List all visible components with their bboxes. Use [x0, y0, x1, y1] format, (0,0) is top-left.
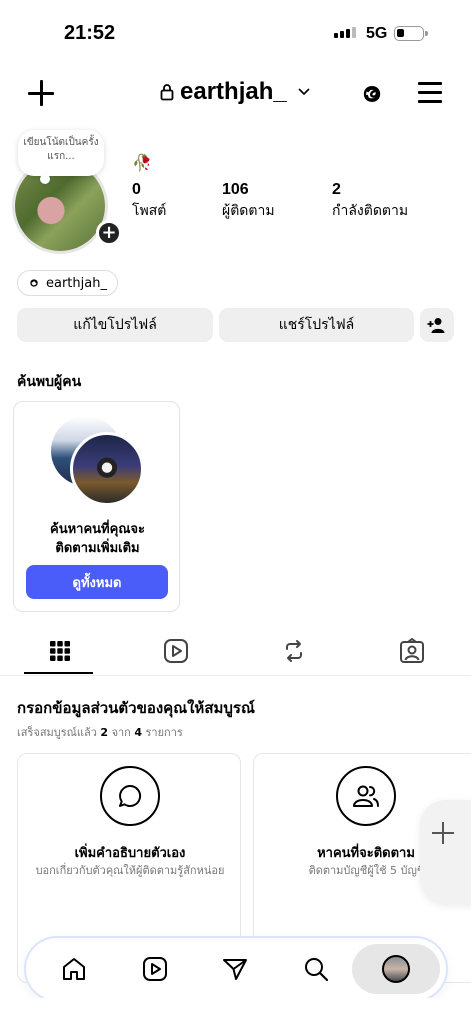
threads-handle: earthjah_	[46, 275, 107, 291]
edit-profile-button[interactable]: แก้ไขโปรไฟล์	[17, 308, 213, 342]
see-all-button[interactable]: ดูทั้งหมด	[26, 565, 168, 599]
nav-profile-tab[interactable]	[352, 944, 440, 994]
discover-card-text: ค้นหาคนที่คุณจะ ติดตามเพิ่มเติม	[14, 520, 181, 558]
battery-icon	[394, 26, 428, 41]
tab-posts-grid-icon[interactable]	[45, 636, 75, 666]
status-bar: 21:52 5G	[0, 0, 471, 62]
floating-plus-button[interactable]	[420, 800, 471, 904]
note-bubble[interactable]: เขียนโน้ตเป็นครั้งแรก...	[18, 130, 104, 184]
rose-emoji-icon: 🥀	[132, 153, 152, 172]
add-person-icon	[427, 318, 445, 333]
home-icon[interactable]	[59, 954, 89, 984]
threads-icon[interactable]	[358, 80, 386, 108]
followers-stat[interactable]: 106 ผู้ติดตาม	[222, 181, 275, 222]
progress-done: 2	[100, 726, 109, 739]
suggested-avatar-2	[70, 432, 144, 506]
nav-profile-avatar	[382, 955, 410, 983]
people-icon	[336, 766, 396, 826]
tab-reposts-icon[interactable]	[279, 636, 309, 666]
account-switcher[interactable]: earthjah_	[160, 78, 311, 106]
tab-reels-icon[interactable]	[161, 636, 191, 666]
threads-small-icon	[30, 279, 38, 287]
discover-card: ค้นหาคนที่คุณจะ ติดตามเพิ่มเติม ดูทั้งหม…	[13, 401, 180, 612]
posts-stat[interactable]: 0 โพสต์	[132, 181, 166, 222]
progress-suffix: รายการ	[145, 726, 183, 739]
followers-count: 106	[222, 181, 249, 198]
add-bio-desc: บอกเกี่ยวกับตัวคุณให้ผู้ติดตามรู้สักหน่อ…	[35, 864, 225, 877]
active-tab-underline	[24, 672, 93, 674]
reels-icon[interactable]	[140, 954, 170, 984]
followers-label: ผู้ติดตาม	[222, 203, 275, 219]
complete-profile-progress: เสร็จสมบูรณ์แล้ว 2 จาก 4 รายการ	[17, 723, 183, 741]
profile-username: earthjah_	[180, 78, 287, 105]
hamburger-menu-icon[interactable]	[418, 82, 442, 104]
progress-of: จาก	[111, 726, 131, 739]
following-count: 2	[332, 181, 341, 198]
share-profile-button[interactable]: แชร์โปรไฟล์	[219, 308, 414, 342]
search-icon[interactable]	[301, 954, 331, 984]
discover-text-line1: ค้นหาคนที่คุณจะ	[50, 522, 145, 537]
discover-text-line2: ติดตามเพิ่มเติม	[55, 541, 140, 556]
direct-message-icon[interactable]	[220, 954, 250, 984]
add-person-button[interactable]	[420, 308, 454, 342]
bottom-nav	[26, 938, 446, 1000]
chevron-down-icon	[298, 88, 310, 96]
posts-label: โพสต์	[132, 203, 167, 219]
status-time: 21:52	[64, 22, 116, 44]
signal-icon	[334, 27, 356, 38]
create-plus-icon[interactable]	[28, 80, 54, 106]
following-label: กำลังติดตาม	[332, 203, 409, 219]
add-bio-title: เพิ่มคำอธิบายตัวเอง	[74, 846, 186, 861]
progress-prefix: เสร็จสมบูรณ์แล้ว	[17, 726, 97, 739]
progress-total: 4	[134, 726, 143, 739]
discover-people-title: ค้นพบผู้คน	[17, 374, 82, 390]
following-stat[interactable]: 2 กำลังติดตาม	[332, 181, 408, 222]
lock-icon	[160, 84, 174, 101]
network-type: 5G	[366, 25, 388, 42]
add-story-plus-icon[interactable]: +	[96, 220, 122, 246]
threads-badge[interactable]: earthjah_	[17, 270, 118, 296]
home-indicator-area	[0, 998, 471, 1024]
top-bar: earthjah_	[0, 72, 471, 116]
speech-bubble-icon	[100, 766, 160, 826]
complete-profile-title: กรอกข้อมูลส่วนตัวของคุณให้สมบูรณ์	[17, 699, 255, 717]
profile-tabs	[0, 630, 471, 676]
posts-count: 0	[132, 181, 141, 198]
tab-tagged-icon[interactable]	[397, 636, 427, 666]
